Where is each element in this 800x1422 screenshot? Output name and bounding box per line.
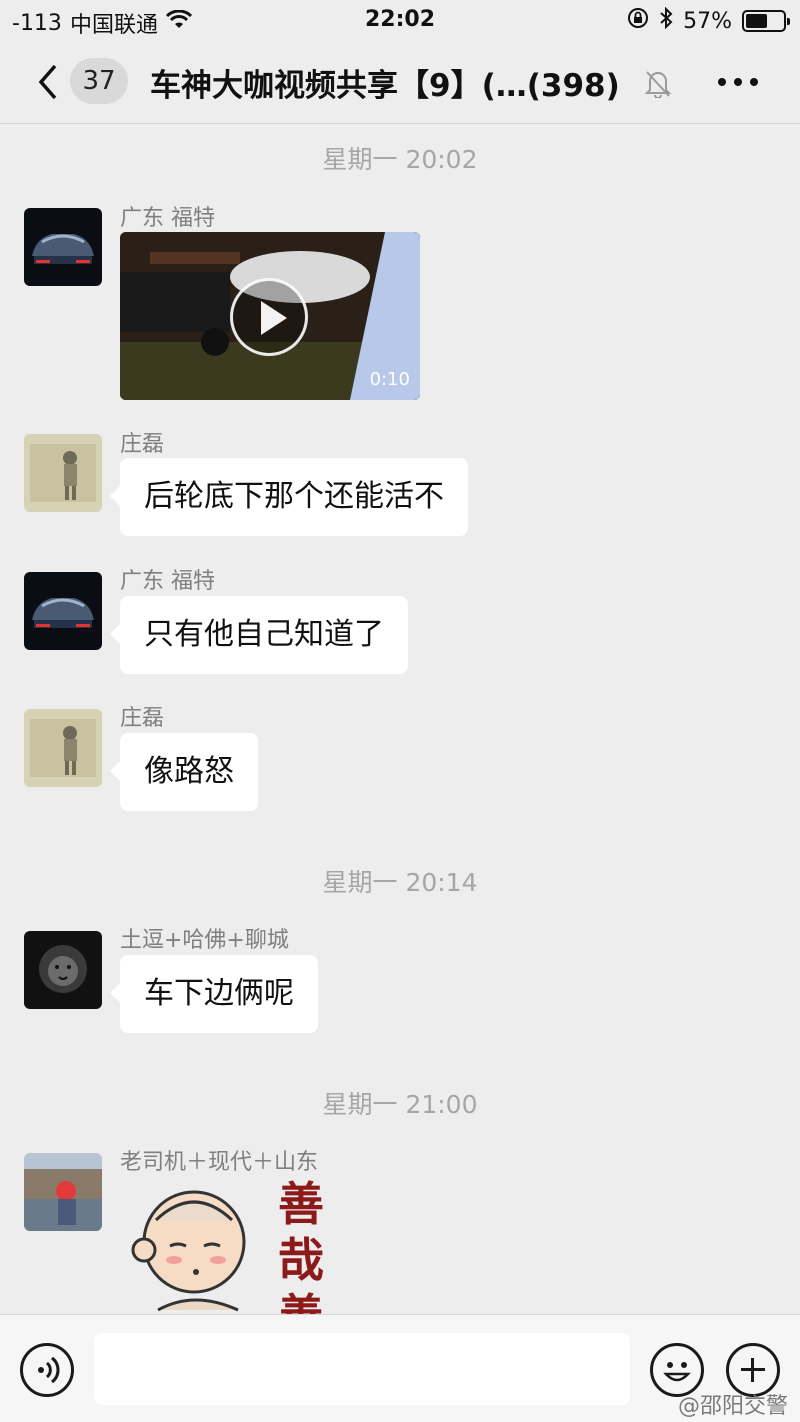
child-photo-avatar-icon [24, 434, 102, 512]
street-photo-avatar-icon [24, 1153, 102, 1231]
message-input[interactable] [94, 1333, 630, 1405]
sender-name: 老司机＋现代＋山东 [120, 1150, 319, 1175]
voice-icon [38, 1356, 60, 1384]
chevron-left-icon [38, 64, 57, 100]
mute-bell-icon [644, 68, 672, 99]
sender-name: 庄磊 [120, 432, 165, 457]
sender-name: 广东 福特 [120, 569, 215, 594]
battery-icon [742, 10, 790, 32]
time-divider: 星期一 21:00 [322, 1090, 478, 1119]
message-bubble[interactable]: 只有他自己知道了 [110, 596, 408, 674]
message-bubble[interactable]: 像路怒 [110, 733, 258, 811]
video-duration: 0:10 [369, 369, 410, 390]
car-avatar-icon [24, 572, 102, 650]
avatar[interactable] [24, 931, 102, 1009]
time-divider: 星期一 20:02 [322, 145, 478, 174]
avatar[interactable] [24, 208, 102, 286]
avatar[interactable] [24, 709, 102, 787]
video-message[interactable]: 0:10 [120, 232, 420, 400]
battery-fill [746, 14, 767, 28]
lion-avatar-icon [24, 931, 102, 1009]
avatar[interactable] [24, 1153, 102, 1231]
unread-count-badge[interactable]: 37 [70, 58, 128, 104]
status-bar: -113 中国联通 22:02 57% [0, 0, 800, 42]
time-divider: 星期一 20:14 [322, 868, 478, 897]
rotation-lock-icon [627, 7, 649, 35]
play-icon[interactable] [230, 278, 308, 356]
sender-name: 土逗+哈佛+聊城 [120, 928, 289, 953]
sender-name: 广东 福特 [120, 206, 215, 231]
chat-title: 车神大咖视频共享【9】(…(398) [150, 68, 620, 104]
message-bubble[interactable]: 后轮底下那个还能活不 [110, 458, 468, 536]
back-button[interactable] [28, 60, 68, 104]
battery-percent: 57% [683, 8, 732, 34]
voice-input-button[interactable] [20, 1343, 74, 1397]
bluetooth-icon [659, 6, 673, 35]
chat-header: 37 车神大咖视频共享【9】(…(398) [0, 42, 800, 124]
sender-name: 庄磊 [120, 706, 165, 731]
car-avatar-icon [24, 208, 102, 286]
sticker-message[interactable]: 善哉善 [128, 1180, 348, 1314]
message-bubble[interactable]: 车下边俩呢 [110, 955, 318, 1033]
child-photo-avatar-icon [24, 709, 102, 787]
watermark: @邵阳交警 [677, 1394, 788, 1419]
avatar[interactable] [24, 434, 102, 512]
sticker-text: 善哉善 [278, 1180, 324, 1314]
avatar[interactable] [24, 572, 102, 650]
smiley-icon [663, 1362, 691, 1382]
more-options-button[interactable] [718, 70, 758, 94]
